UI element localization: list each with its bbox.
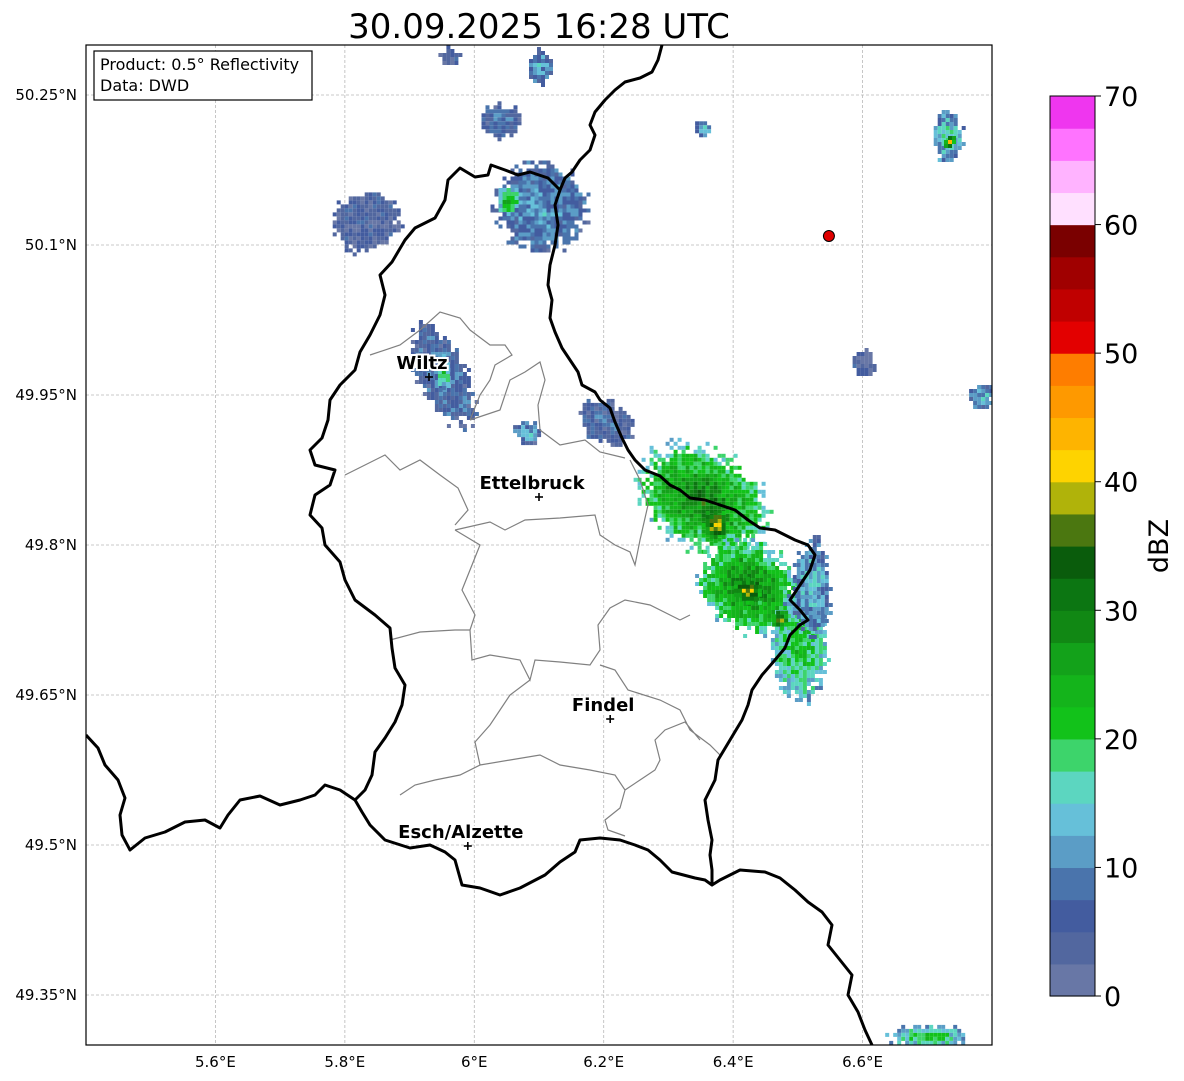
colorbar-swatch [1050, 771, 1095, 804]
lat-tick-label: 49.5°N [25, 836, 77, 854]
colorbar-swatch [1050, 706, 1095, 740]
colorbar-swatch [1050, 192, 1095, 226]
colorbar-tick-label: 0 [1104, 982, 1121, 1013]
lat-tick-label: 49.35°N [15, 986, 77, 1004]
lat-tick-label: 50.1°N [25, 236, 77, 254]
longitude-tick-labels: 5.6°E 5.8°E 6°E 6.2°E 6.4°E 6.6°E [195, 1053, 883, 1071]
city-label: Wiltz [396, 353, 447, 374]
radar-figure: 30.09.2025 16:28 UTC Wiltz Ettelbruck Find… [15, 7, 1175, 1071]
lon-tick-label: 6°E [461, 1053, 488, 1071]
lat-tick-label: 49.95°N [15, 386, 77, 404]
lon-tick-label: 6.6°E [842, 1053, 883, 1071]
city-label: Ettelbruck [479, 473, 585, 494]
colorbar-swatch [1050, 224, 1095, 258]
city-label: Esch/Alzette [398, 822, 523, 843]
colorbar-swatch [1050, 610, 1095, 644]
lon-tick-label: 6.2°E [583, 1053, 624, 1071]
colorbar-swatch [1050, 835, 1095, 869]
colorbar-swatch [1050, 546, 1095, 579]
colorbar-tick-label: 70 [1104, 82, 1138, 113]
lon-tick-label: 6.4°E [713, 1053, 754, 1071]
colorbar-swatch [1050, 642, 1095, 676]
colorbar-swatch [1050, 385, 1095, 419]
lon-tick-label: 5.6°E [195, 1053, 236, 1071]
lat-tick-label: 49.65°N [15, 686, 77, 704]
info-box: Product: 0.5° Reflectivity Data: DWD [93, 50, 313, 101]
colorbar-swatch [1050, 738, 1095, 772]
colorbar-swatch [1050, 481, 1095, 515]
colorbar-swatch [1050, 353, 1095, 386]
lat-tick-label: 49.8°N [25, 536, 77, 554]
map-title: 30.09.2025 16:28 UTC [348, 7, 730, 47]
colorbar-swatch [1050, 417, 1095, 451]
colorbar-ticks: 0 10 20 30 40 50 60 70 [1095, 82, 1138, 1013]
colorbar-swatch [1050, 128, 1095, 161]
radar-site-marker [822, 230, 835, 242]
colorbar-tick-label: 60 [1104, 211, 1138, 242]
colorbar-swatch [1050, 256, 1095, 290]
map-panel: Wiltz Ettelbruck Findel Esch/Alzette Produc… [85, 44, 993, 1046]
colorbar-swatch [1050, 674, 1095, 708]
info-product: Product: 0.5° Reflectivity [100, 55, 299, 74]
colorbar-swatch [1050, 96, 1095, 129]
colorbar-label: dBZ [1144, 519, 1175, 573]
colorbar-swatch [1050, 449, 1095, 483]
colorbar-tick-label: 20 [1104, 725, 1138, 756]
colorbar-swatch [1050, 160, 1095, 194]
colorbar-tick-label: 50 [1104, 339, 1138, 370]
colorbar: 0 10 20 30 40 50 60 70 dBZ [1049, 82, 1175, 1013]
colorbar-tick-label: 40 [1104, 468, 1138, 499]
city-label: Findel [572, 695, 635, 716]
colorbar-swatch [1050, 803, 1095, 836]
colorbar-swatch [1050, 963, 1095, 997]
colorbar-swatch [1050, 899, 1095, 933]
colorbar-swatch [1050, 578, 1095, 611]
lon-tick-label: 5.8°E [324, 1053, 365, 1071]
lat-tick-label: 50.25°N [15, 86, 77, 104]
colorbar-swatch [1050, 931, 1095, 965]
colorbar-swatch [1050, 288, 1095, 322]
colorbar-tick-label: 30 [1104, 596, 1138, 627]
colorbar-swatch [1050, 513, 1095, 547]
latitude-tick-labels: 50.25°N 50.1°N 49.95°N 49.8°N 49.65°N 49.5°N 4… [15, 86, 77, 1004]
info-source: Data: DWD [100, 76, 189, 95]
colorbar-swatches [1050, 96, 1095, 997]
colorbar-tick-label: 10 [1104, 853, 1138, 884]
colorbar-swatch [1050, 321, 1095, 354]
colorbar-swatch [1050, 867, 1095, 901]
